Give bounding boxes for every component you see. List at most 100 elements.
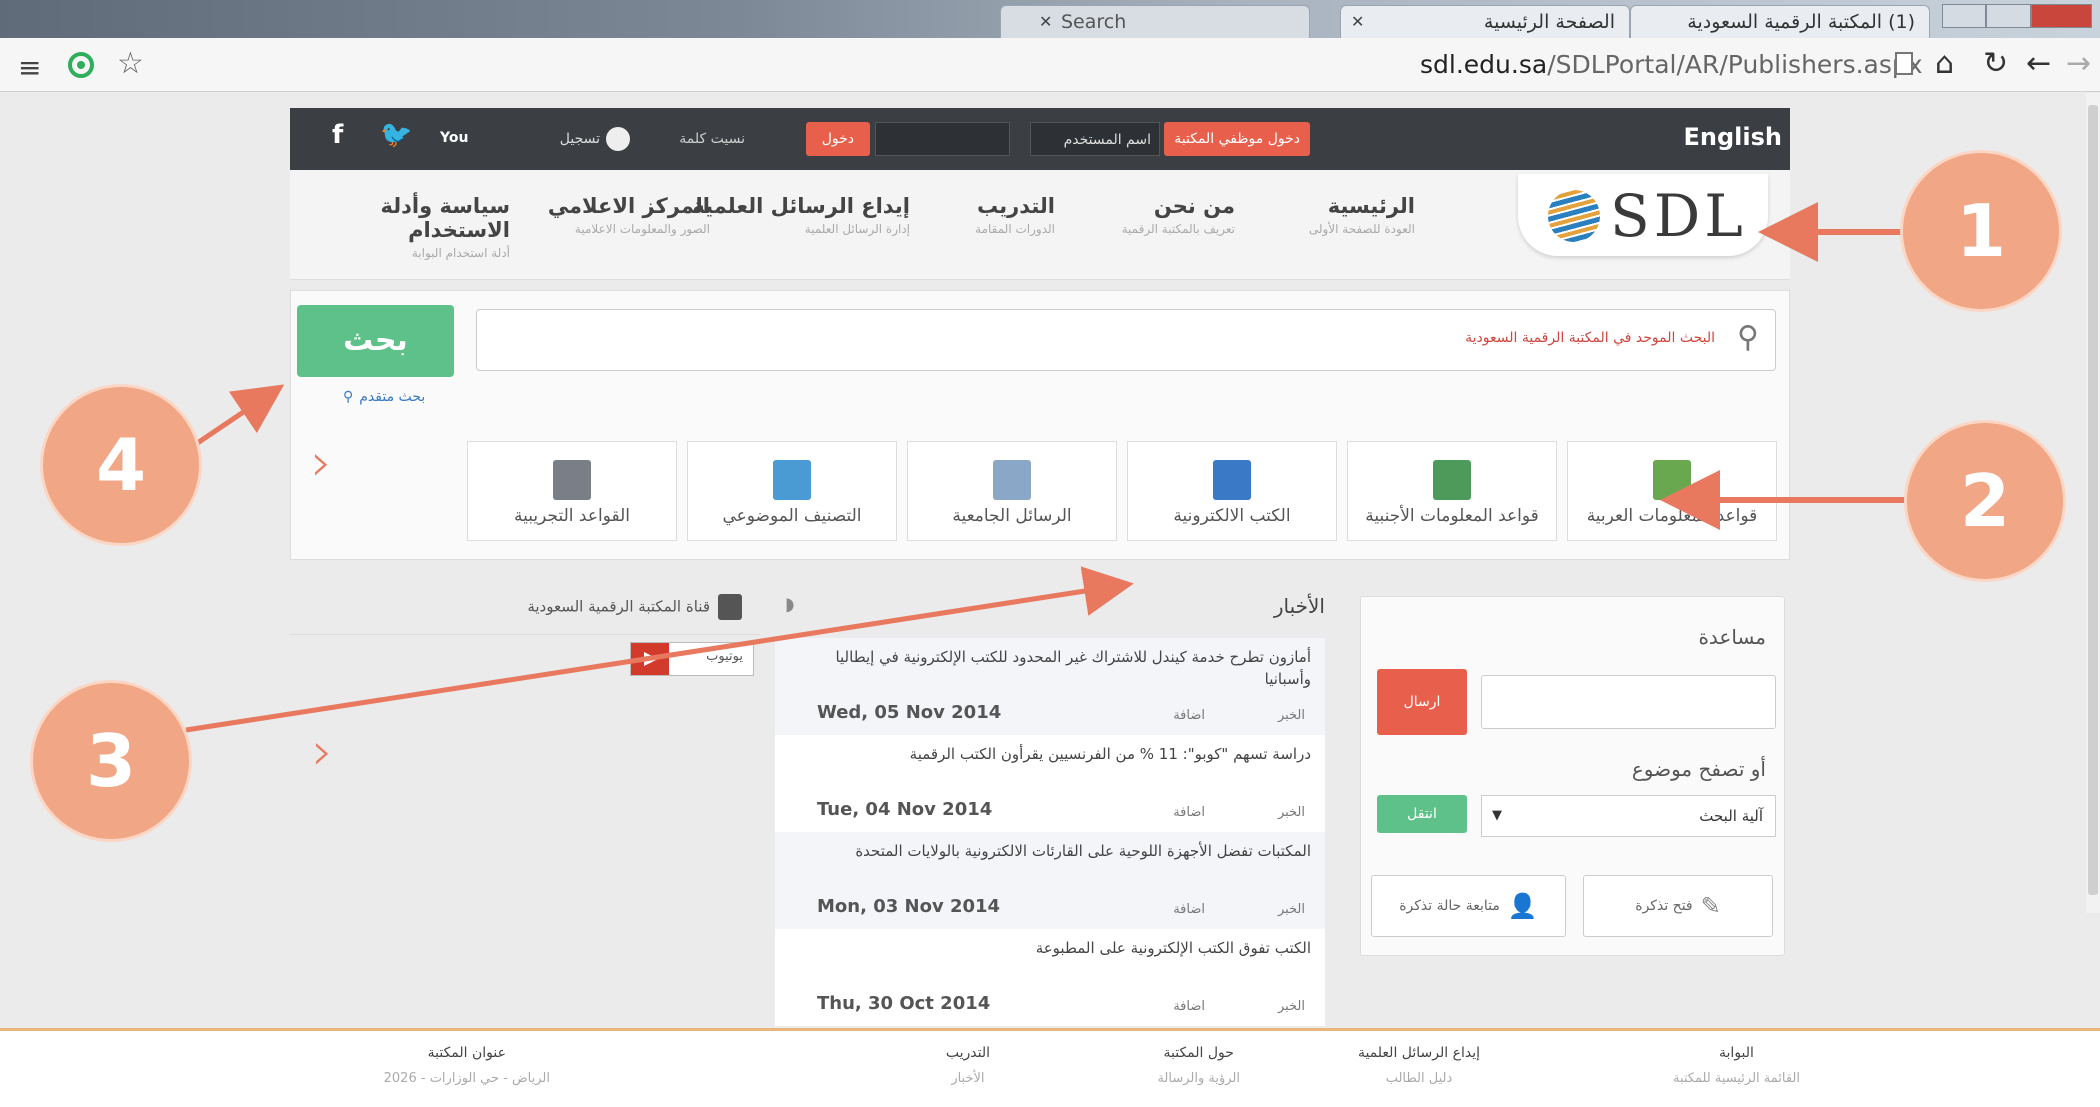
- topic-go-button[interactable]: انتقل: [1377, 795, 1467, 833]
- db-theses[interactable]: الرسائل الجامعية: [907, 441, 1117, 541]
- news-headline[interactable]: دراسة تسهم "كوبو": 11 % من الفرنسيين يقر…: [789, 743, 1311, 787]
- news-category: الخبر: [1277, 708, 1305, 723]
- home-icon[interactable]: ⌂: [1935, 46, 1954, 81]
- open-ticket-button[interactable]: ✎ فتح تذكرة: [1583, 875, 1773, 937]
- youtube-title-label: قناة المكتبة الرقمية السعودية: [527, 597, 710, 616]
- opera-icon[interactable]: [68, 52, 94, 78]
- db-trial[interactable]: القواعد التجريبية: [467, 441, 677, 541]
- follow-ticket-button[interactable]: 👤 متابعة حالة تذكرة: [1371, 875, 1566, 937]
- callout-1: 1: [1900, 150, 2062, 312]
- news-item[interactable]: المكتبات تفضل الأجهزة اللوحية على القارئ…: [775, 832, 1325, 929]
- footer-col[interactable]: البوابة القائمة الرئيسية للمكتبة: [1673, 1045, 1800, 1086]
- forgot-password-link[interactable]: نسيت كلمة: [679, 122, 745, 156]
- help-input[interactable]: [1481, 675, 1776, 729]
- news-headline[interactable]: الكتب تفوق الكتب الإلكترونية على المطبوع…: [789, 937, 1311, 981]
- register-link[interactable]: تسجيل: [560, 122, 630, 156]
- db-arabic[interactable]: قواعد المعلومات العربية: [1567, 441, 1777, 541]
- search-icon: ⚲: [1737, 320, 1759, 355]
- maximize-button[interactable]: [1986, 4, 2031, 28]
- news-list: أمازون تطرح خدمة كيندل للاشتراك غير المح…: [775, 638, 1325, 1033]
- browser-tab-bar: ✕ Search ✕ الصفحة الرئيسية (1) المكتبة ا…: [0, 0, 2100, 38]
- chevron-right-icon[interactable]: ›: [312, 722, 333, 782]
- scrollbar[interactable]: [2086, 93, 2100, 913]
- db-foreign[interactable]: قواعد المعلومات الأجنبية: [1347, 441, 1557, 541]
- chevron-right-icon[interactable]: ›: [311, 433, 332, 493]
- nav-about[interactable]: من نحن تعريف بالمكتبة الرقمية: [1122, 194, 1235, 237]
- user-chat-icon: 👤: [1507, 892, 1538, 920]
- close-tab-icon[interactable]: ✕: [1351, 12, 1364, 31]
- close-tab-icon[interactable]: ✕: [1039, 12, 1052, 31]
- database-icon: [1433, 460, 1471, 500]
- login-button[interactable]: دخول: [805, 122, 870, 156]
- staff-login-button[interactable]: دخول موظفي المكتبة: [1164, 122, 1310, 156]
- news-item[interactable]: أمازون تطرح خدمة كيندل للاشتراك غير المح…: [775, 638, 1325, 735]
- help-send-button[interactable]: ارسال: [1377, 669, 1467, 735]
- close-window-button[interactable]: [2030, 4, 2093, 28]
- browser-toolbar: ≡ ☆ sdl.edu.sa/SDLPortal/AR/Publishers.a…: [0, 38, 2100, 92]
- tab-search[interactable]: ✕ Search: [1000, 5, 1310, 38]
- tab-home[interactable]: ✕ الصفحة الرئيسية: [1340, 5, 1630, 38]
- thesis-icon: [993, 460, 1031, 500]
- footer-col[interactable]: حول المكتبة الرؤية والرسالة: [1157, 1045, 1240, 1086]
- username-field[interactable]: اسم المستخدم: [1030, 122, 1160, 156]
- reload-icon[interactable]: ↻: [1983, 46, 2008, 81]
- star-icon[interactable]: ☆: [117, 46, 144, 81]
- minimize-button[interactable]: [1942, 4, 1987, 28]
- top-bar: f 🐦 You تسجيل نسيت كلمة دخول اسم المستخد…: [290, 108, 1790, 170]
- nav-thesis-deposit[interactable]: إيداع الرسائل العلمية إدارة الرسائل العلم…: [692, 194, 910, 237]
- topic-select[interactable]: آلية البحث ▼: [1481, 795, 1776, 837]
- play-icon: [631, 643, 669, 675]
- server-icon: [553, 460, 591, 500]
- nav-usage-policy[interactable]: سياسة وأدلة الاستخدام أدلة استخدام البواب…: [290, 194, 510, 261]
- search-input[interactable]: البحث الموحد في المكتبة الرقمية السعودية…: [476, 309, 1776, 371]
- news-date: Mon, 03 Nov 2014: [817, 896, 1001, 917]
- nav-home[interactable]: الرئيسية العودة للصفحة الأولى: [1309, 194, 1415, 237]
- youtube-icon[interactable]: You: [440, 130, 468, 146]
- youtube-subscribe-button[interactable]: يوتيوب: [630, 642, 754, 676]
- password-field[interactable]: [875, 122, 1010, 156]
- sdl-logo[interactable]: SDL: [1518, 174, 1768, 256]
- page-icon[interactable]: [1895, 52, 1913, 75]
- back-icon[interactable]: ←: [2026, 46, 2051, 81]
- book-icon: [1213, 460, 1251, 500]
- rss-icon[interactable]: ◗: [785, 594, 794, 615]
- menu-icon[interactable]: ≡: [18, 51, 41, 84]
- news-item[interactable]: الكتب تفوق الكتب الإلكترونية على المطبوع…: [775, 929, 1325, 1026]
- news-headline[interactable]: المكتبات تفضل الأجهزة اللوحية على القارئ…: [789, 840, 1311, 884]
- search-panel: بحث البحث الموحد في المكتبة الرقمية السع…: [290, 290, 1790, 560]
- nav-training[interactable]: التدريب الدورات المقامة: [975, 194, 1055, 237]
- youtube-title: قناة المكتبة الرقمية السعودية: [527, 594, 742, 620]
- advanced-search-link[interactable]: بحث متقدم ⚲: [343, 389, 425, 405]
- twitter-icon[interactable]: 🐦: [380, 120, 412, 150]
- news-date: Thu, 30 Oct 2014: [817, 993, 991, 1014]
- topic-select-value: آلية البحث: [1699, 807, 1763, 825]
- footer: البوابة القائمة الرئيسية للمكتبة إيداع ال…: [0, 1028, 2100, 1107]
- tab-label: (1) المكتبة الرقمية السعودية: [1687, 11, 1915, 33]
- news-item[interactable]: دراسة تسهم "كوبو": 11 % من الفرنسيين يقر…: [775, 735, 1325, 832]
- news-added: اضافة: [1173, 805, 1205, 820]
- register-label: تسجيل: [559, 131, 600, 147]
- forward-icon[interactable]: →: [2066, 46, 2091, 81]
- news-added: اضافة: [1173, 708, 1205, 723]
- youtube-subscribe-label: يوتيوب: [706, 649, 743, 664]
- globe-icon: [1548, 190, 1600, 242]
- news-category: الخبر: [1277, 999, 1305, 1014]
- db-ebooks[interactable]: الكتب الالكترونية: [1127, 441, 1337, 541]
- callout-4: 4: [40, 384, 202, 546]
- db-subject-classification[interactable]: التصنيف الموضوعي: [687, 441, 897, 541]
- facebook-icon[interactable]: f: [332, 120, 343, 150]
- news-added: اضافة: [1173, 902, 1205, 917]
- logo-text: SDL: [1610, 182, 1747, 250]
- english-link[interactable]: English: [1684, 120, 1782, 154]
- browse-topic-title: أو تصفح موضوع: [1631, 757, 1766, 781]
- footer-col[interactable]: التدريب الأخبار: [946, 1045, 990, 1086]
- nav-media-center[interactable]: المركز الاعلامي الصور والمعلومات الاعلامي…: [548, 194, 710, 237]
- news-headline[interactable]: أمازون تطرح خدمة كيندل للاشتراك غير المح…: [789, 646, 1311, 690]
- address-bar[interactable]: sdl.edu.sa/SDLPortal/AR/Publishers.aspx: [1420, 50, 1923, 79]
- search-button[interactable]: بحث: [297, 305, 454, 377]
- scroll-thumb[interactable]: [2088, 105, 2098, 895]
- footer-col[interactable]: عنوان المكتبة الرياض - حي الوزارات - 2026: [384, 1045, 550, 1086]
- news-date: Tue, 04 Nov 2014: [817, 799, 993, 820]
- tab-library[interactable]: (1) المكتبة الرقمية السعودية: [1630, 5, 1930, 38]
- footer-col[interactable]: إيداع الرسائل العلمية دليل الطالب: [1358, 1045, 1480, 1086]
